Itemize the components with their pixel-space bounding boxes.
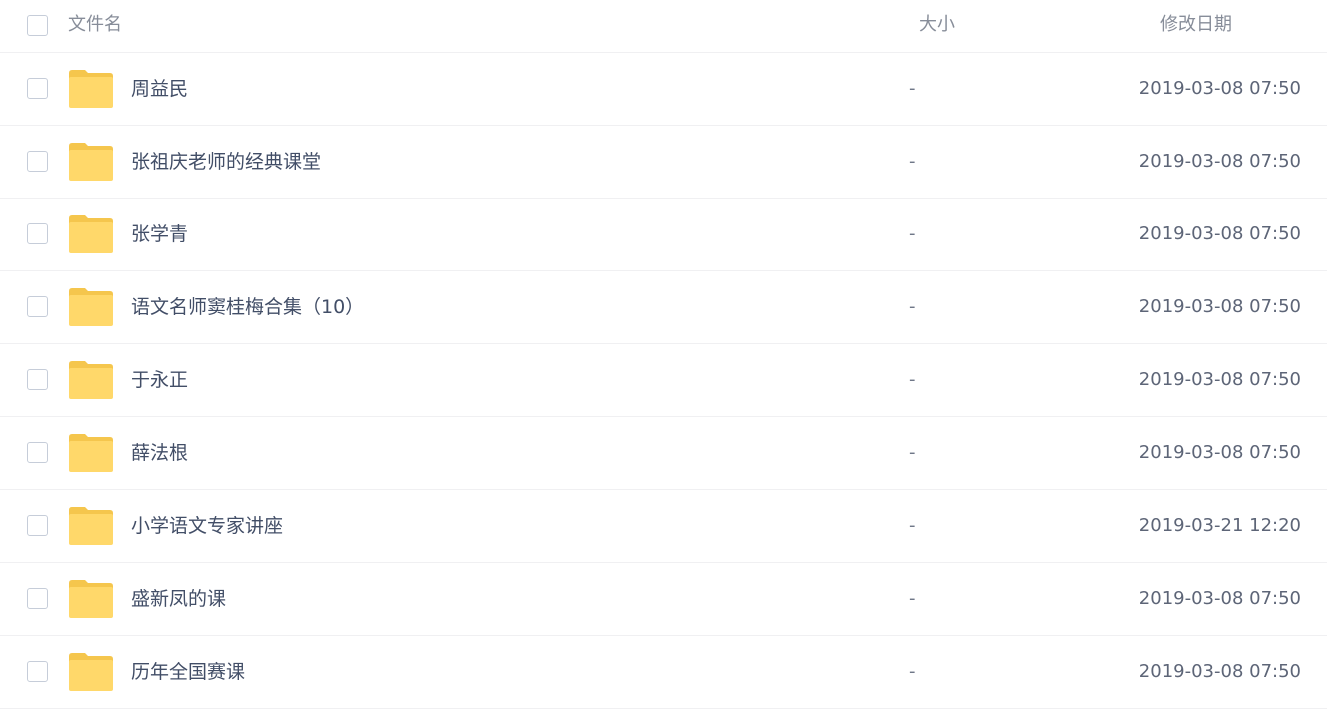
file-modified-date: 2019-03-08 07:50 [1138, 296, 1301, 317]
folder-icon [69, 70, 113, 108]
file-modified-date: 2019-03-08 07:50 [1138, 78, 1301, 99]
folder-icon [69, 653, 113, 691]
file-row[interactable]: 小学语文专家讲座 - 2019-03-21 12:20 [0, 490, 1327, 563]
row-checkbox[interactable] [27, 369, 48, 390]
file-size: - [909, 369, 916, 390]
folder-icon [69, 143, 113, 181]
file-row[interactable]: 张祖庆老师的经典课堂 - 2019-03-08 07:50 [0, 126, 1327, 199]
file-size: - [909, 515, 916, 536]
file-row[interactable]: 语文名师窦桂梅合集（10） - 2019-03-08 07:50 [0, 271, 1327, 344]
column-header-modified[interactable]: 修改日期 [1160, 13, 1232, 37]
file-row[interactable]: 薛法根 - 2019-03-08 07:50 [0, 417, 1327, 490]
file-row[interactable]: 于永正 - 2019-03-08 07:50 [0, 344, 1327, 417]
file-modified-date: 2019-03-08 07:50 [1138, 369, 1301, 390]
file-name[interactable]: 薛法根 [131, 440, 188, 466]
row-checkbox[interactable] [27, 78, 48, 99]
folder-icon [69, 215, 113, 253]
file-modified-date: 2019-03-08 07:50 [1138, 223, 1301, 244]
file-list: 文件名 大小 修改日期 周益民 - 2019-03-08 07:50 张祖庆老师… [0, 0, 1327, 709]
select-all-checkbox[interactable] [27, 15, 48, 36]
file-modified-date: 2019-03-08 07:50 [1138, 661, 1301, 682]
row-checkbox[interactable] [27, 515, 48, 536]
file-name[interactable]: 历年全国赛课 [131, 659, 245, 685]
column-header-size[interactable]: 大小 [919, 13, 955, 37]
file-size: - [909, 151, 916, 172]
file-name[interactable]: 语文名师窦桂梅合集（10） [131, 294, 364, 320]
column-header-name[interactable]: 文件名 [68, 13, 122, 37]
file-modified-date: 2019-03-08 07:50 [1138, 151, 1301, 172]
row-checkbox[interactable] [27, 151, 48, 172]
file-name[interactable]: 周益民 [131, 76, 188, 102]
file-row[interactable]: 盛新凤的课 - 2019-03-08 07:50 [0, 563, 1327, 636]
file-size: - [909, 78, 916, 99]
file-name[interactable]: 张学青 [131, 221, 188, 247]
file-modified-date: 2019-03-08 07:50 [1138, 588, 1301, 609]
row-checkbox[interactable] [27, 296, 48, 317]
file-size: - [909, 588, 916, 609]
file-name[interactable]: 盛新凤的课 [131, 586, 226, 612]
file-size: - [909, 223, 916, 244]
file-row[interactable]: 张学青 - 2019-03-08 07:50 [0, 198, 1327, 271]
file-modified-date: 2019-03-08 07:50 [1138, 442, 1301, 463]
folder-icon [69, 361, 113, 399]
folder-icon [69, 580, 113, 618]
row-checkbox[interactable] [27, 588, 48, 609]
row-checkbox[interactable] [27, 223, 48, 244]
row-checkbox[interactable] [27, 442, 48, 463]
file-size: - [909, 442, 916, 463]
file-row[interactable]: 历年全国赛课 - 2019-03-08 07:50 [0, 636, 1327, 709]
file-size: - [909, 661, 916, 682]
file-size: - [909, 296, 916, 317]
file-name[interactable]: 张祖庆老师的经典课堂 [131, 149, 321, 175]
file-row[interactable]: 周益民 - 2019-03-08 07:50 [0, 53, 1327, 126]
folder-icon [69, 288, 113, 326]
row-checkbox[interactable] [27, 661, 48, 682]
file-modified-date: 2019-03-21 12:20 [1138, 515, 1301, 536]
list-header: 文件名 大小 修改日期 [0, 0, 1327, 53]
file-name[interactable]: 小学语文专家讲座 [131, 513, 283, 539]
folder-icon [69, 507, 113, 545]
file-name[interactable]: 于永正 [131, 367, 188, 393]
folder-icon [69, 434, 113, 472]
